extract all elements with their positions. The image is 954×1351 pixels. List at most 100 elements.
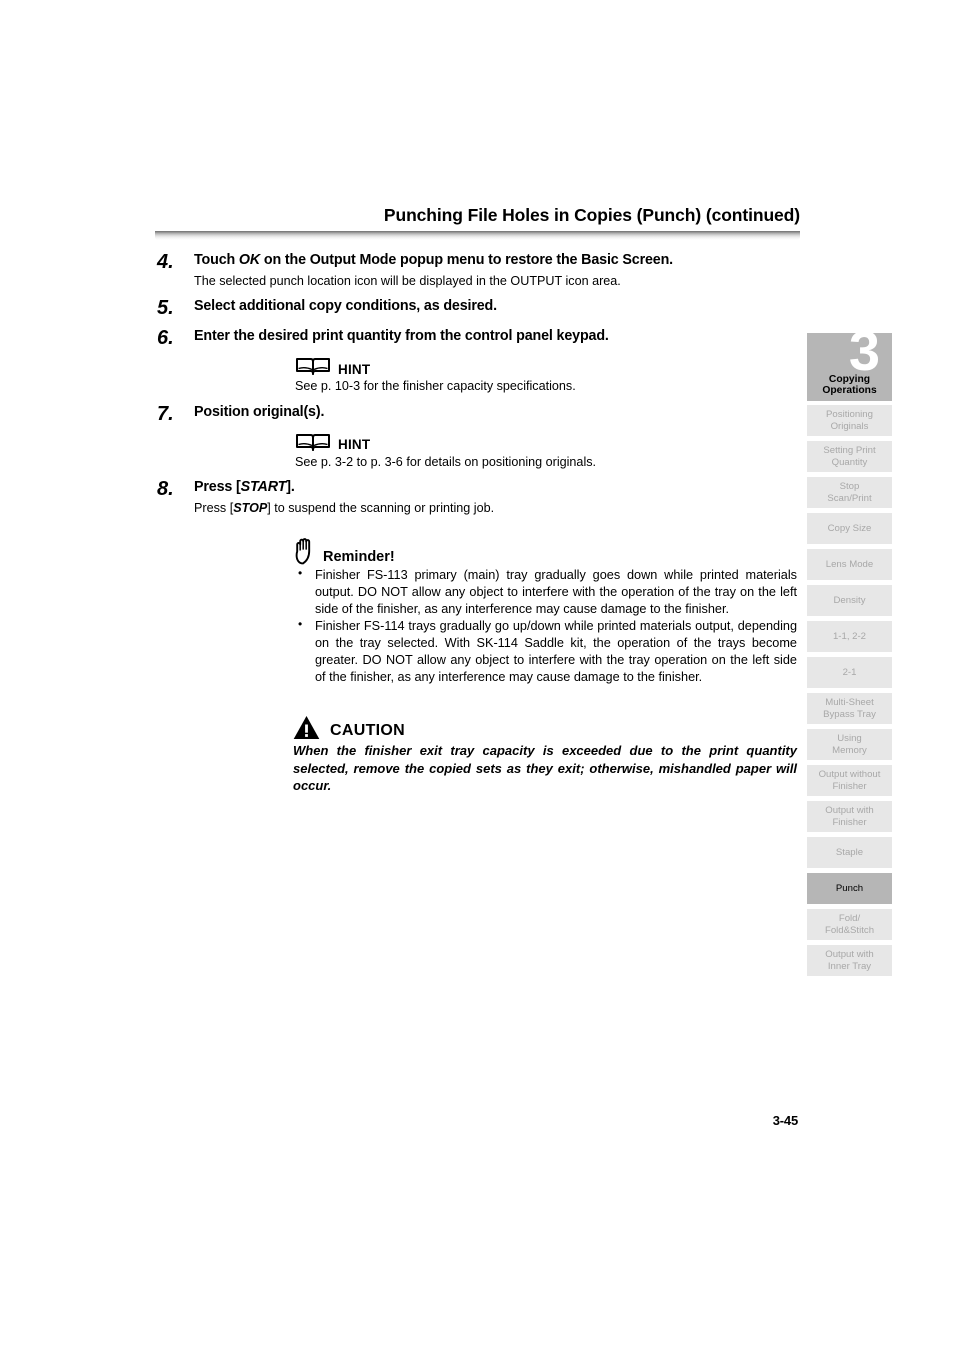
sidebar-item-punch[interactable]: Punch bbox=[807, 873, 892, 904]
caution-header: CAUTION bbox=[293, 715, 797, 740]
step-description: Press [STOP] to suspend the scanning or … bbox=[194, 500, 797, 516]
raised-hand-icon bbox=[293, 538, 317, 565]
sidebar-item-label: Using bbox=[837, 732, 862, 744]
hint-block: HINT See p. 3-2 to p. 3-6 for details on… bbox=[295, 433, 797, 470]
sidebar-item-output-without-finisher[interactable]: Output without Finisher bbox=[807, 765, 892, 796]
step-body: Press [START]. Press [STOP] to suspend t… bbox=[194, 479, 797, 516]
sidebar-item-label: Stop bbox=[839, 480, 860, 492]
sidebar-item-copy-size[interactable]: Copy Size bbox=[807, 513, 892, 544]
step-desc-pre: Press [ bbox=[194, 500, 234, 515]
chapter-name-line2: Operations bbox=[822, 384, 877, 396]
sidebar-item-setting-print-quantity[interactable]: Setting Print Quantity bbox=[807, 441, 892, 472]
reminder-list: Finisher FS-113 primary (main) tray grad… bbox=[293, 566, 797, 686]
step-item: 4. Touch OK on the Output Mode popup men… bbox=[157, 252, 797, 289]
hint-text: See p. 10-3 for the finisher capacity sp… bbox=[295, 379, 576, 394]
step-body: Enter the desired print quantity from th… bbox=[194, 328, 797, 346]
step-desc-emphasis: STOP bbox=[233, 500, 268, 515]
step-title-pre: Touch bbox=[194, 252, 239, 268]
reminder-label: Reminder! bbox=[323, 548, 395, 566]
sidebar-item-label: Density bbox=[833, 594, 866, 606]
sidebar-item-density[interactable]: Density bbox=[807, 585, 892, 616]
hint-header: HINT bbox=[295, 357, 797, 377]
reminder-label-text: Reminder bbox=[323, 548, 390, 565]
document-body: 4. Touch OK on the Output Mode popup men… bbox=[157, 252, 797, 794]
reminder-label-suffix: ! bbox=[389, 548, 395, 565]
step-number: 7. bbox=[157, 402, 174, 425]
page-header: Punching File Holes in Copies (Punch) (c… bbox=[155, 205, 800, 240]
sidebar-item-label: Lens Mode bbox=[825, 558, 874, 570]
step-body: Touch OK on the Output Mode popup menu t… bbox=[194, 252, 797, 289]
sidebar-item-positioning-originals[interactable]: Positioning Originals bbox=[807, 405, 892, 436]
sidebar-item-label: Output without bbox=[818, 768, 881, 780]
step-item: 7. Position original(s). bbox=[157, 402, 797, 425]
step-description: The selected punch location icon will be… bbox=[194, 273, 621, 288]
step-number: 6. bbox=[157, 327, 174, 350]
step-title: Enter the desired print quantity from th… bbox=[194, 328, 609, 345]
sidebar-item-using-memory[interactable]: Using Memory bbox=[807, 729, 892, 760]
sidebar-item-output-with-finisher[interactable]: Output with Finisher bbox=[807, 801, 892, 832]
sidebar-item-label-2: Quantity bbox=[831, 456, 868, 468]
sidebar-item-label: Setting Print bbox=[823, 444, 876, 456]
sidebar-item-label-2: Memory bbox=[832, 744, 867, 756]
step-title: Position original(s). bbox=[194, 403, 325, 420]
sidebar-item-label: Fold/ bbox=[838, 912, 861, 924]
step-item: 8. Press [START]. Press [STOP] to suspen… bbox=[157, 477, 797, 516]
step-title-pre: Press [ bbox=[194, 478, 241, 495]
step-title: Select additional copy conditions, as de… bbox=[194, 298, 497, 315]
chapter-number: 3 bbox=[848, 333, 880, 382]
hint-header: HINT bbox=[295, 433, 797, 453]
chapter-name: Copying Operations bbox=[807, 374, 892, 396]
reminder-block: Reminder! Finisher FS-113 primary (main)… bbox=[293, 538, 797, 685]
sidebar-item-label-2: Scan/Print bbox=[827, 492, 872, 504]
hint-label: HINT bbox=[338, 437, 371, 453]
sidebar-chapter-tab[interactable]: 3 Copying Operations bbox=[807, 333, 892, 401]
caution-label: CAUTION bbox=[330, 722, 405, 740]
hint-text: See p. 3-2 to p. 3-6 for details on posi… bbox=[295, 454, 597, 469]
step-body: Position original(s). bbox=[194, 404, 797, 422]
page-number: 3-45 bbox=[772, 1113, 798, 1128]
sidebar-item-output-with-inner-tray[interactable]: Output with Inner Tray bbox=[807, 945, 892, 976]
step-title: Press [START]. bbox=[194, 479, 797, 497]
sidebar-item-multi-sheet-bypass-tray[interactable]: Multi-Sheet Bypass Tray bbox=[807, 693, 892, 724]
open-book-icon bbox=[295, 357, 331, 377]
sidebar-item-label-2: Finisher bbox=[832, 816, 867, 828]
sidebar-item-staple[interactable]: Staple bbox=[807, 837, 892, 868]
hint-block: HINT See p. 10-3 for the finisher capaci… bbox=[295, 357, 797, 394]
step-title-post: on the Output Mode popup menu to restore… bbox=[260, 252, 674, 268]
sidebar-item-stop-scan-print[interactable]: Stop Scan/Print bbox=[807, 477, 892, 508]
sidebar-item-label: Output with bbox=[825, 804, 874, 816]
sidebar-item-label-2: Finisher bbox=[832, 780, 867, 792]
page-title: Punching File Holes in Copies (Punch) (c… bbox=[383, 205, 800, 225]
chapter-sidebar: 3 Copying Operations Positioning Origina… bbox=[807, 333, 892, 981]
list-item: Finisher FS-113 primary (main) tray grad… bbox=[293, 566, 797, 618]
step-title-emphasis: OK bbox=[238, 252, 261, 268]
step-number: 5. bbox=[157, 297, 174, 320]
caution-text: When the finisher exit tray capacity is … bbox=[293, 743, 797, 793]
step-desc-post: ] to suspend the scanning or printing jo… bbox=[267, 500, 495, 515]
sidebar-item-1-1-2-2[interactable]: 1-1, 2-2 bbox=[807, 621, 892, 652]
step-title-post: ]. bbox=[286, 478, 295, 495]
sidebar-item-label-2: Fold&Stitch bbox=[824, 924, 875, 936]
sidebar-item-lens-mode[interactable]: Lens Mode bbox=[807, 549, 892, 580]
sidebar-item-2-1[interactable]: 2-1 bbox=[807, 657, 892, 688]
step-number: 8. bbox=[157, 477, 174, 500]
step-title: Touch OK on the Output Mode popup menu t… bbox=[194, 252, 797, 270]
sidebar-item-label: Copy Size bbox=[827, 522, 872, 534]
sidebar-item-fold-fold-stitch[interactable]: Fold/ Fold&Stitch bbox=[807, 909, 892, 940]
sidebar-item-label: Positioning bbox=[826, 408, 873, 420]
step-title-emphasis: START bbox=[240, 478, 287, 495]
sidebar-item-label: Staple bbox=[835, 846, 864, 858]
warning-triangle-icon bbox=[293, 715, 320, 740]
step-item: 6. Enter the desired print quantity from… bbox=[157, 328, 797, 349]
sidebar-item-label: Punch bbox=[835, 882, 864, 894]
step-body: Select additional copy conditions, as de… bbox=[194, 298, 797, 316]
sidebar-item-label: 1-1, 2-2 bbox=[832, 630, 867, 642]
sidebar-item-label-2: Inner Tray bbox=[827, 960, 872, 972]
step-item: 5. Select additional copy conditions, as… bbox=[157, 298, 797, 319]
list-item: Finisher FS-114 trays gradually go up/do… bbox=[293, 617, 797, 686]
step-number: 4. bbox=[157, 251, 174, 273]
open-book-icon bbox=[295, 433, 331, 453]
sidebar-item-label: Output with bbox=[825, 948, 874, 960]
sidebar-item-label-2: Originals bbox=[830, 420, 869, 432]
hint-label: HINT bbox=[338, 361, 371, 377]
